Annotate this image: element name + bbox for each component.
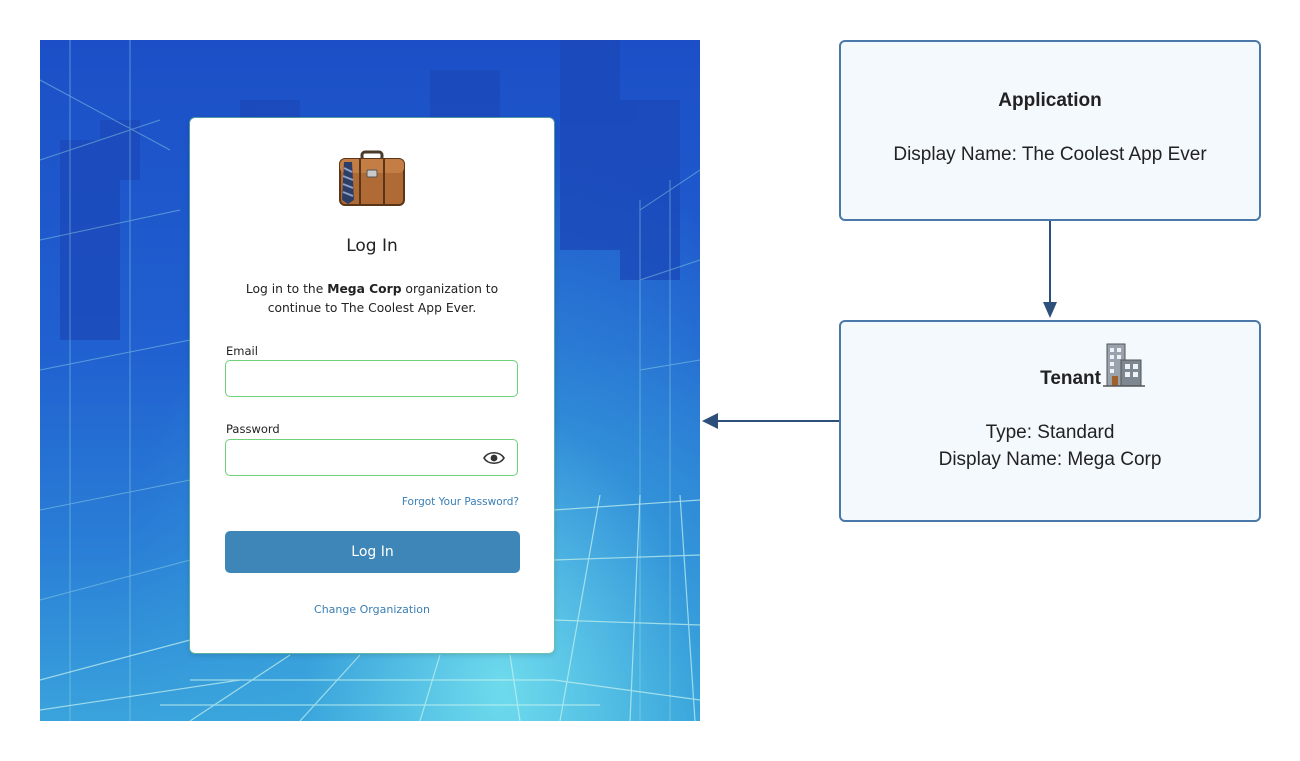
diagram-connectors bbox=[702, 221, 1057, 429]
tenant-to-login-arrowhead bbox=[702, 413, 718, 429]
app-to-tenant-arrowhead bbox=[1043, 302, 1057, 318]
